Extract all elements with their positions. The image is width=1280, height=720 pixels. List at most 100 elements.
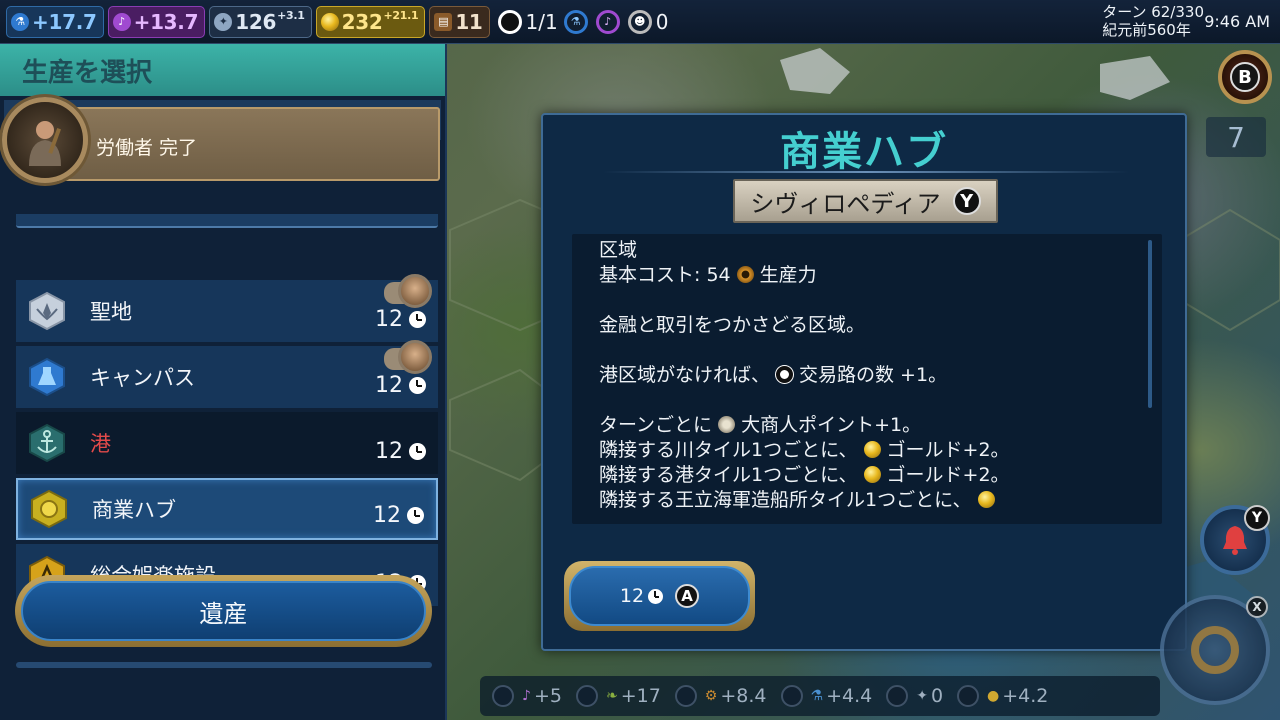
production-item-campus[interactable]: キャンパス 12	[16, 340, 438, 408]
y-button-icon: Y	[1244, 505, 1270, 531]
city-production-value: +8.4	[720, 685, 767, 707]
river-adjacency-line: 隣接する川タイル1つごとに、 ゴールド+2。	[599, 438, 1132, 463]
build-button-inner: 12 A	[569, 566, 750, 626]
great-person-portrait-icon	[398, 340, 432, 374]
list-bottom-edge	[16, 662, 432, 668]
slot-icon	[575, 685, 598, 707]
production-item-harbor[interactable]: 港 12	[16, 412, 438, 474]
clock-icon	[409, 377, 426, 394]
wonders-button[interactable]: 遺産	[15, 575, 432, 647]
turns-value: 12	[375, 439, 403, 464]
harbor-adj-prefix: 隣接する港タイル1つごとに、	[599, 464, 858, 486]
river-prefix: 隣接する川タイル1つごとに、	[599, 439, 858, 461]
city-culture: ♪ +5	[492, 685, 562, 707]
production-queue-current[interactable]: 労働者 完了	[38, 107, 440, 181]
culture-yield[interactable]: ♪ +13.7	[107, 5, 206, 38]
gold-icon	[863, 441, 881, 458]
civilopedia-button[interactable]: シヴィロペディア Y	[733, 179, 998, 223]
description-box[interactable]: 区域 基本コスト: 54 生産力 金融と取引をつかさどる区域。 港区域がなければ、…	[572, 234, 1162, 524]
great-people-icon: ☻	[627, 9, 652, 34]
b-button-icon: B	[1230, 62, 1260, 92]
trade-route-line: 港区域がなければ、 交易路の数 +1。	[599, 363, 1132, 388]
trade-routes-value: 1/1	[525, 9, 558, 34]
notification-count: 7	[1206, 117, 1266, 157]
science-tech-icon[interactable]: ⚗	[563, 9, 588, 34]
river-suffix: ゴールド+2。	[886, 439, 1010, 461]
civic-icon[interactable]: ♪	[595, 9, 620, 34]
science-yield[interactable]: ⚗ +17.7	[6, 5, 104, 38]
base-cost: 基本コスト: 54	[599, 264, 731, 286]
faith-yield[interactable]: ✦ 126 +3.1	[209, 5, 312, 38]
production-item-commercial-hub[interactable]: 商業ハブ 12	[16, 478, 438, 540]
faith-icon: ✦	[214, 12, 233, 31]
gold-icon	[863, 466, 881, 483]
culture-icon: ♪	[112, 12, 131, 31]
harbor-suffix: 交易路の数 +1。	[799, 364, 948, 386]
city-faith-value: 0	[930, 685, 944, 707]
campus-icon	[28, 357, 66, 397]
base-cost-line: 基本コスト: 54 生産力	[599, 263, 1132, 288]
build-turns: 12	[619, 585, 645, 607]
clock-icon	[409, 311, 426, 328]
slot-icon	[886, 685, 909, 707]
harbor-adj-suffix: ゴールド+2。	[886, 464, 1010, 486]
city-science-value: +4.4	[826, 685, 873, 707]
gold-delta: +21.1	[383, 9, 419, 22]
turn-info: ターン 62/330 紀元前560年	[1102, 3, 1204, 39]
city-production: ⚙ +8.4	[674, 685, 767, 707]
description-line: 金融と取引をつかさどる区域。	[599, 314, 866, 336]
city-food-value: +17	[620, 685, 661, 707]
slot-icon	[492, 685, 514, 707]
city-gold: ● +4.2	[957, 685, 1048, 707]
city-culture-value: +5	[533, 685, 562, 707]
trade-value: 11	[455, 9, 483, 34]
gold-icon	[977, 491, 995, 508]
gold-icon	[320, 12, 339, 31]
harbor-anchor-icon	[28, 423, 66, 463]
era-date: 紀元前560年	[1102, 21, 1191, 39]
slot-icon	[780, 685, 803, 707]
x-button-icon: X	[1246, 596, 1268, 618]
great-people-value: 0	[655, 9, 669, 34]
build-button[interactable]: 12 A	[564, 561, 755, 631]
production-icon: ⚙	[704, 688, 718, 704]
great-people-stat[interactable]: ☻ 0	[627, 9, 669, 34]
gold-value: 232	[341, 9, 383, 34]
dockyard-adjacency-line: 隣接する王立海軍造船所タイル1つごとに、	[599, 488, 1132, 513]
trade-yield[interactable]: ▤ 11	[429, 5, 490, 38]
list-scroll-edge	[16, 214, 438, 228]
city-science: ⚗ +4.4	[780, 685, 873, 707]
great-merchant-line: ターンごとに 大商人ポイント+1。	[599, 413, 1132, 438]
panel-title: 生産を選択	[0, 44, 445, 96]
description-text: 区域 基本コスト: 54 生産力 金融と取引をつかさどる区域。 港区域がなければ、…	[599, 238, 1132, 513]
dockyard-prefix: 隣接する王立海軍造船所タイル1つごとに、	[599, 489, 972, 511]
scrollbar[interactable]	[1148, 240, 1152, 408]
production-item-holy-site[interactable]: 聖地 12	[16, 274, 438, 342]
faith-delta: +3.1	[277, 9, 305, 22]
clock: 9:46 AM	[1204, 12, 1270, 31]
district-category: 区域	[599, 239, 638, 261]
great-person-portrait-icon	[398, 274, 432, 308]
base-cost-unit: 生産力	[759, 264, 817, 286]
science-value: +17.7	[32, 9, 97, 34]
back-button[interactable]: B	[1218, 50, 1272, 104]
gold-icon: ●	[987, 688, 1000, 704]
y-button-icon: Y	[952, 187, 981, 215]
civilopedia-label: シヴィロペディア	[750, 189, 941, 218]
slot-icon	[674, 685, 697, 707]
city-faith: ✦ 0	[886, 685, 943, 707]
gp-prefix: ターンごとに	[599, 414, 713, 436]
commercial-hub-icon	[30, 489, 68, 529]
gp-suffix: 大商人ポイント+1。	[741, 414, 922, 436]
culture-icon: ♪	[522, 688, 531, 704]
trade-routes-stat[interactable]: 1/1	[497, 9, 558, 34]
gold-yield[interactable]: 232 +21.1	[315, 5, 426, 38]
item-turns: 12	[375, 307, 426, 332]
clock-icon	[409, 443, 426, 460]
turns-value: 12	[373, 503, 401, 528]
science-icon: ⚗	[11, 12, 29, 31]
science-icon: ⚗	[810, 688, 824, 704]
clock-icon	[407, 507, 424, 524]
production-icon	[736, 266, 754, 283]
clock-icon	[648, 588, 664, 604]
